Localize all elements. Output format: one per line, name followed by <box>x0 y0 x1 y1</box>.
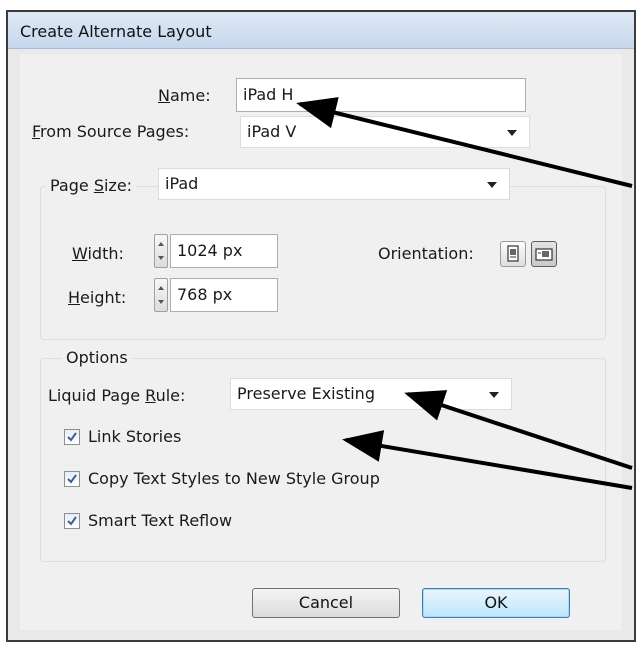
checkmark-icon <box>67 474 77 484</box>
copy-text-styles-checkbox[interactable] <box>64 471 80 487</box>
height-value: 768 px <box>177 285 233 304</box>
cancel-button[interactable]: Cancel <box>252 588 400 618</box>
dialog-body: Name: iPad H From Source Pages: iPad V P… <box>20 54 622 630</box>
width-label: Width: <box>72 244 124 263</box>
checkmark-icon <box>67 432 77 442</box>
source-pages-value: iPad V <box>247 122 297 141</box>
name-input[interactable]: iPad H <box>236 78 526 112</box>
checkmark-icon <box>67 516 77 526</box>
source-pages-dropdown[interactable]: iPad V <box>240 116 530 148</box>
liquid-page-rule-value: Preserve Existing <box>237 384 375 403</box>
orientation-label: Orientation: <box>378 244 474 263</box>
portrait-orientation-button[interactable] <box>500 241 526 267</box>
width-spinner[interactable] <box>154 234 168 268</box>
page-size-dropdown[interactable]: iPad <box>158 168 510 200</box>
landscape-orientation-button[interactable] <box>531 241 557 267</box>
height-label: Height: <box>68 288 127 307</box>
link-stories-checkbox[interactable] <box>64 429 80 445</box>
width-input[interactable]: 1024 px <box>170 234 278 268</box>
options-legend: Options <box>62 348 132 368</box>
link-stories-label: Link Stories <box>88 427 182 446</box>
spinner-down-icon <box>158 300 164 304</box>
liquid-page-rule-dropdown[interactable]: Preserve Existing <box>230 378 512 410</box>
height-input[interactable]: 768 px <box>170 278 278 312</box>
chevron-down-icon <box>487 182 497 188</box>
create-alternate-layout-dialog: Create Alternate Layout Name: iPad H Fro… <box>6 10 636 642</box>
window-title: Create Alternate Layout <box>20 22 212 41</box>
spinner-up-icon <box>158 286 164 290</box>
spinner-up-icon <box>158 242 164 246</box>
smart-text-reflow-label: Smart Text Reflow <box>88 511 233 530</box>
name-label: Name: <box>158 86 211 105</box>
portrait-orientation-icon <box>507 245 519 262</box>
source-pages-label: From Source Pages: <box>32 122 190 141</box>
title-bar[interactable]: Create Alternate Layout <box>8 12 634 49</box>
ok-button[interactable]: OK <box>422 588 570 618</box>
chevron-down-icon <box>507 130 517 136</box>
liquid-page-rule-label: Liquid Page Rule: <box>48 386 186 405</box>
width-value: 1024 px <box>177 241 243 260</box>
smart-text-reflow-checkbox[interactable] <box>64 513 80 529</box>
copy-text-styles-label: Copy Text Styles to New Style Group <box>88 469 380 488</box>
page-size-value: iPad <box>165 174 199 193</box>
spinner-down-icon <box>158 256 164 260</box>
name-value: iPad H <box>243 85 294 104</box>
chevron-down-icon <box>489 392 499 398</box>
page-size-label: Page Size: <box>46 176 137 196</box>
height-spinner[interactable] <box>154 278 168 312</box>
landscape-orientation-icon <box>535 248 553 261</box>
